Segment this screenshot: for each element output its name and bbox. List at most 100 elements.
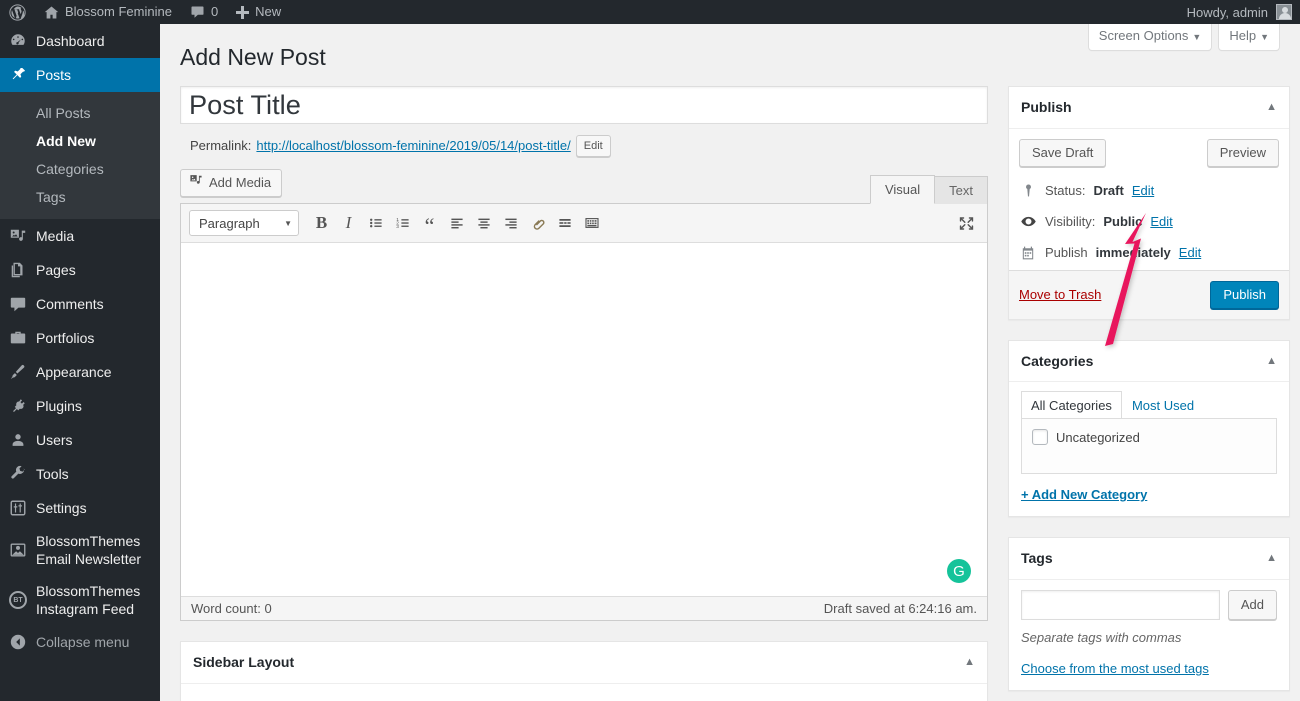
- sidebar-item-comments[interactable]: Comments: [0, 287, 160, 321]
- tab-visual[interactable]: Visual: [869, 175, 936, 204]
- publish-postbox: Publish ▲ Save Draft Preview Status: Dra…: [1008, 86, 1290, 320]
- home-icon: [44, 5, 59, 20]
- sidebar-item-tools[interactable]: Tools: [0, 457, 160, 491]
- sidebar-item-pages[interactable]: Pages: [0, 253, 160, 287]
- editor-mode-tabs: Visual Text: [869, 174, 988, 204]
- add-media-button[interactable]: Add Media: [180, 169, 283, 197]
- permalink-label: Permalink:: [190, 138, 252, 153]
- comment-bubble-icon: [190, 5, 205, 20]
- publish-button[interactable]: Publish: [1210, 280, 1279, 309]
- site-name-menu[interactable]: Blossom Feminine: [35, 0, 181, 24]
- sidebar-item-portfolios[interactable]: Portfolios: [0, 321, 160, 355]
- help-button[interactable]: Help ▼: [1218, 24, 1280, 51]
- comments-menu[interactable]: 0: [181, 0, 227, 24]
- add-new-category-link[interactable]: + Add New Category: [1021, 487, 1147, 502]
- italic-icon[interactable]: I: [336, 210, 361, 236]
- collapse-arrow-icon: [0, 633, 36, 651]
- chevron-up-icon[interactable]: ▲: [1266, 100, 1277, 115]
- status-value: Draft: [1093, 182, 1124, 198]
- preview-button[interactable]: Preview: [1206, 138, 1279, 167]
- insert-link-icon[interactable]: [525, 210, 550, 236]
- sidebar-item-posts[interactable]: Posts: [0, 58, 168, 92]
- chevron-up-icon[interactable]: ▲: [1266, 551, 1277, 566]
- sidebar-layout-postbox: Sidebar Layout ▲: [180, 641, 988, 701]
- page-wrap: Add New Post Permalink: http://localhost…: [160, 24, 1300, 701]
- blockquote-icon[interactable]: “: [417, 210, 442, 237]
- post-visibility-row: Visibility: Public Edit: [1019, 207, 1279, 239]
- sidebar-item-appearance[interactable]: Appearance: [0, 355, 160, 389]
- categories-title: Categories: [1021, 352, 1094, 369]
- screen-options-button[interactable]: Screen Options ▼: [1087, 24, 1213, 51]
- grammarly-icon[interactable]: G: [947, 559, 971, 583]
- sidebar-item-media[interactable]: Media: [0, 219, 160, 253]
- collapse-menu-button[interactable]: Collapse menu: [0, 625, 160, 659]
- sidebar-subitem-tags[interactable]: Tags: [0, 183, 160, 211]
- sidebar-item-dashboard[interactable]: Dashboard: [0, 24, 160, 58]
- publish-title: Publish: [1021, 99, 1072, 115]
- sidebar-item-users[interactable]: Users: [0, 423, 160, 457]
- toolbar-toggle-icon[interactable]: [579, 210, 604, 236]
- sidebar-item-blossomthemes-instagram-feed[interactable]: BT BlossomThemes Instagram Feed: [0, 575, 160, 625]
- tab-all-categories[interactable]: All Categories: [1021, 391, 1122, 420]
- bt-circle-icon: BT: [0, 591, 36, 609]
- plus-icon: [236, 5, 250, 19]
- permalink-url[interactable]: http://localhost/blossom-feminine/2019/0…: [256, 134, 570, 158]
- sidebar-item-settings[interactable]: Settings: [0, 491, 160, 525]
- post-title-input[interactable]: [180, 86, 988, 124]
- align-center-icon[interactable]: [471, 210, 496, 236]
- chevron-up-icon[interactable]: ▲: [1266, 354, 1277, 369]
- sidebar-subitem-categories[interactable]: Categories: [0, 155, 160, 183]
- edit-permalink-button[interactable]: Edit: [575, 135, 611, 157]
- sidebar-item-blossomthemes-email-newsletter[interactable]: BlossomThemes Email Newsletter: [0, 525, 160, 575]
- fullscreen-icon[interactable]: [954, 210, 979, 236]
- chevron-down-icon: ▼: [1260, 32, 1269, 42]
- status-edit-link[interactable]: Edit: [1132, 183, 1154, 198]
- move-to-trash-link[interactable]: Move to Trash: [1019, 287, 1101, 302]
- save-draft-button[interactable]: Save Draft: [1019, 138, 1107, 167]
- tags-title: Tags: [1021, 550, 1053, 567]
- visibility-value: Public: [1103, 213, 1143, 229]
- sidebar-layout-header[interactable]: Sidebar Layout ▲: [181, 642, 987, 684]
- tab-text[interactable]: Text: [934, 176, 988, 204]
- wordpress-logo-icon[interactable]: [0, 0, 35, 24]
- numbered-list-icon[interactable]: 1 2 3: [390, 210, 415, 236]
- paragraph-format-select[interactable]: Paragraph ▼: [189, 210, 299, 236]
- new-content-menu[interactable]: New: [227, 0, 290, 24]
- tags-header[interactable]: Tags ▲: [1009, 538, 1289, 580]
- schedule-edit-link[interactable]: Edit: [1179, 245, 1201, 260]
- new-tag-input[interactable]: [1021, 589, 1220, 620]
- align-left-icon[interactable]: [444, 210, 469, 236]
- align-right-icon[interactable]: [498, 210, 523, 236]
- draft-saved-status: Draft saved at 6:24:16 am.: [823, 601, 977, 616]
- sidebar-item-label: Posts: [36, 67, 72, 83]
- minor-publishing: Save Draft Preview Status: Draft Edit Vi…: [1009, 129, 1289, 271]
- avatar: [1276, 4, 1292, 20]
- sidebar-item-label: Media: [36, 228, 75, 244]
- category-tabs: All Categories Most Used: [1021, 390, 1277, 420]
- category-checkbox[interactable]: [1032, 429, 1048, 446]
- choose-most-used-tags-link[interactable]: Choose from the most used tags: [1021, 661, 1209, 676]
- read-more-icon[interactable]: [552, 210, 577, 236]
- bullet-list-icon[interactable]: [363, 210, 388, 236]
- post-schedule-row: Publish immediately Edit: [1019, 239, 1279, 270]
- wrench-icon: [0, 465, 36, 483]
- chevron-up-icon[interactable]: ▲: [964, 655, 975, 670]
- sidebar-subitem-all-posts[interactable]: All Posts: [0, 99, 160, 127]
- categories-panel: Uncategorized: [1021, 418, 1277, 475]
- editor-content-area[interactable]: G: [181, 243, 987, 596]
- visibility-edit-link[interactable]: Edit: [1150, 214, 1172, 229]
- submit-box: Save Draft Preview Status: Draft Edit Vi…: [1009, 129, 1289, 319]
- categories-header[interactable]: Categories ▲: [1009, 341, 1289, 383]
- category-list-item[interactable]: Uncategorized: [1032, 429, 1266, 446]
- add-media-label: Add Media: [209, 175, 272, 190]
- tab-most-used[interactable]: Most Used: [1122, 391, 1204, 419]
- admin-bar-account-area[interactable]: Howdy, admin: [1187, 4, 1300, 20]
- sidebar-item-plugins[interactable]: Plugins: [0, 389, 160, 423]
- plug-icon: [0, 397, 36, 415]
- add-tag-button[interactable]: Add: [1227, 589, 1277, 620]
- publish-header[interactable]: Publish ▲: [1009, 87, 1289, 129]
- category-label: Uncategorized: [1056, 429, 1140, 445]
- sidebar-subitem-add-new[interactable]: Add New: [0, 127, 160, 155]
- bold-icon[interactable]: B: [309, 210, 334, 236]
- minor-publishing-actions: Save Draft Preview: [1019, 138, 1279, 177]
